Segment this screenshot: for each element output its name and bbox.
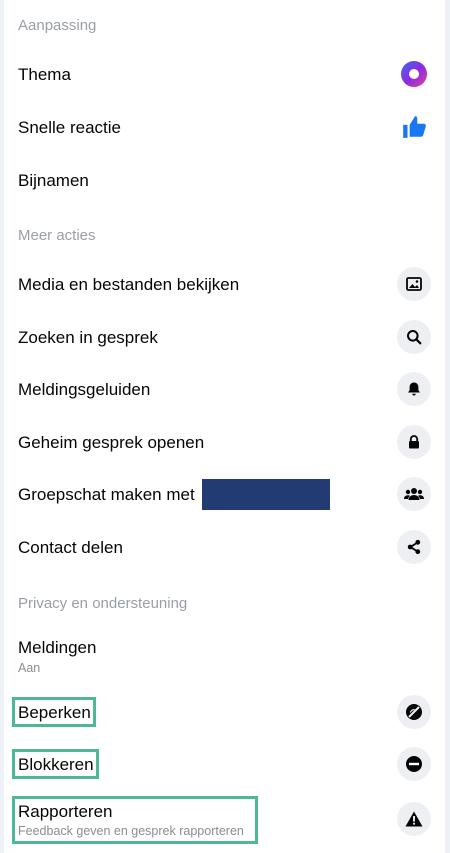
notification-sounds-label: Meldingsgeluiden xyxy=(18,380,151,399)
share-contact-row[interactable]: Contact delen xyxy=(4,522,445,572)
create-group-label: Groepschat maken met xyxy=(18,485,195,504)
group-icon xyxy=(397,477,431,511)
bell-icon xyxy=(397,372,431,406)
notifications-row[interactable]: Meldingen Aan xyxy=(4,630,445,678)
quick-reaction-label: Snelle reactie xyxy=(18,118,122,137)
nicknames-row[interactable]: Bijnamen xyxy=(4,155,445,205)
theme-row[interactable]: Thema xyxy=(4,49,445,99)
thumbs-up-icon xyxy=(399,112,429,142)
notifications-status: Aan xyxy=(18,661,41,675)
share-icon xyxy=(397,530,431,564)
media-files-label: Media en bestanden bekijken xyxy=(18,275,240,294)
notifications-label: Meldingen xyxy=(18,638,97,657)
search-conversation-label: Zoeken in gesprek xyxy=(18,328,158,347)
share-contact-label: Contact delen xyxy=(18,538,123,557)
highlight-box-restrict xyxy=(12,697,96,727)
quick-reaction-row[interactable]: Snelle reactie xyxy=(4,102,445,152)
secret-conversation-label: Geheim gesprek openen xyxy=(18,433,205,452)
secret-conversation-row[interactable]: Geheim gesprek openen xyxy=(4,417,445,467)
section-header-more-actions: Meer acties xyxy=(18,227,96,244)
theme-label: Thema xyxy=(18,65,71,84)
warning-icon xyxy=(397,802,431,836)
nicknames-label: Bijnamen xyxy=(18,171,89,190)
search-icon xyxy=(397,320,431,354)
create-group-row[interactable]: Groepschat maken met xyxy=(4,469,445,519)
media-files-row[interactable]: Media en bestanden bekijken xyxy=(4,259,445,309)
restrict-icon xyxy=(397,695,431,729)
highlight-box-block xyxy=(12,749,99,779)
image-icon xyxy=(397,267,431,301)
notification-sounds-row[interactable]: Meldingsgeluiden xyxy=(4,364,445,414)
redacted-contact-name xyxy=(202,479,330,510)
conversation-settings-panel: Aanpassing Thema Snelle reactie Bijnamen… xyxy=(4,0,445,853)
lock-icon xyxy=(397,425,431,459)
highlight-box-report xyxy=(12,796,258,844)
theme-icon xyxy=(399,59,429,89)
section-header-customization: Aanpassing xyxy=(18,17,97,34)
search-conversation-row[interactable]: Zoeken in gesprek xyxy=(4,312,445,362)
section-header-privacy: Privacy en ondersteuning xyxy=(18,595,188,612)
block-icon xyxy=(397,747,431,781)
